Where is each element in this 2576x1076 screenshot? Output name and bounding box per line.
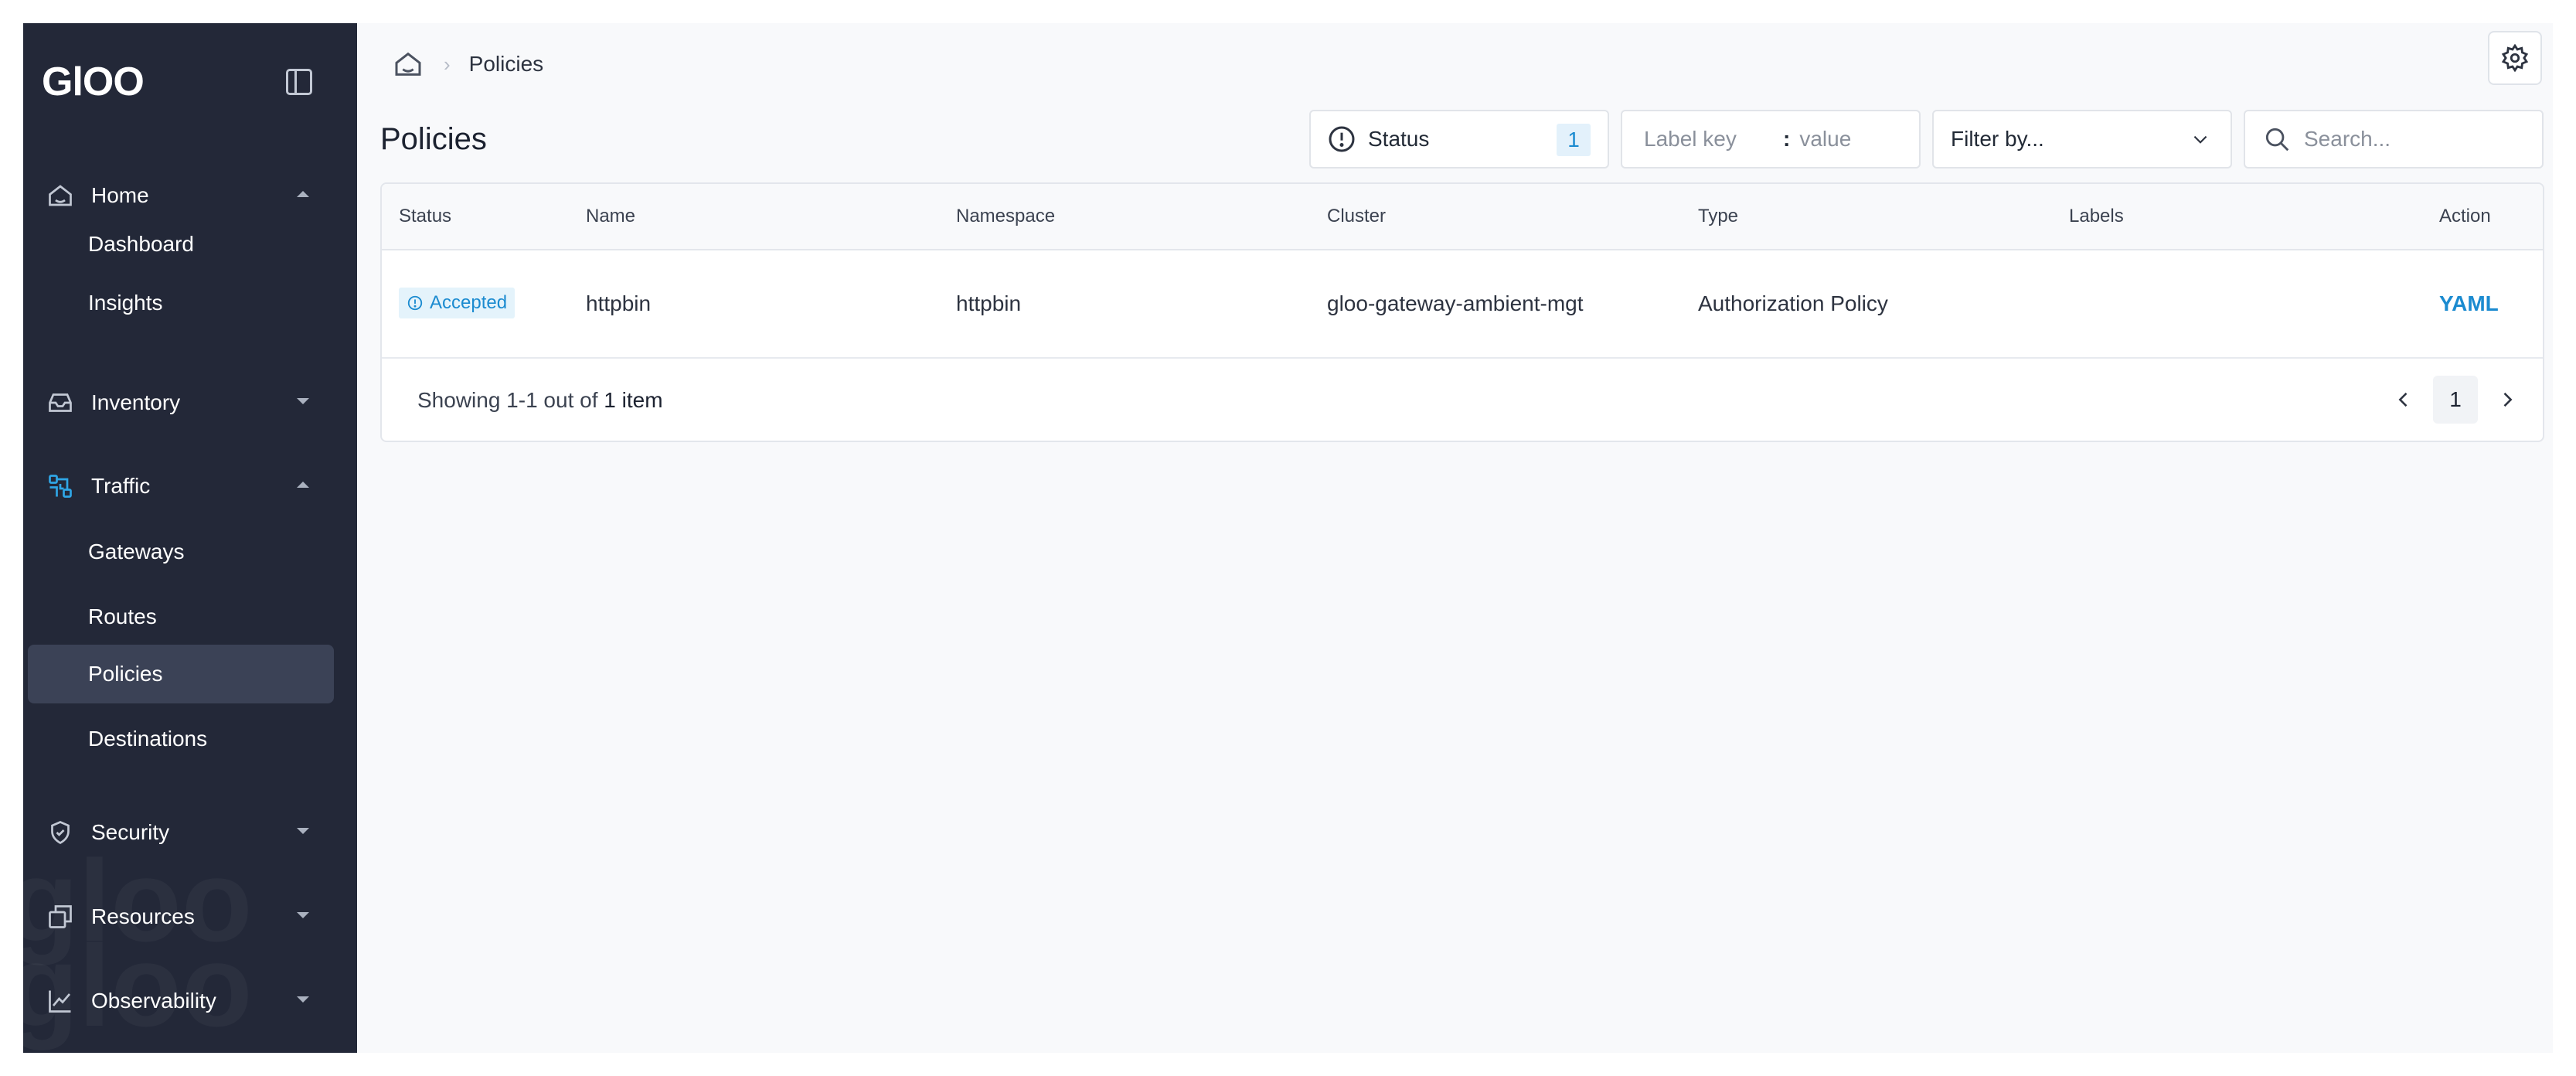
pagination: 1 bbox=[2388, 374, 2523, 425]
main-content: › Policies Policies Status 1 Label key :… bbox=[357, 23, 2553, 1053]
table-header: Status Name Namespace Cluster Type Label… bbox=[382, 184, 2543, 250]
inbox-icon bbox=[49, 393, 72, 412]
sidebar-item-destinations[interactable]: Destinations bbox=[28, 710, 334, 768]
status-filter[interactable]: Status 1 bbox=[1309, 110, 1609, 169]
cell-cluster: gloo-gateway-ambient-mgt bbox=[1327, 291, 1584, 315]
cell-name: httpbin bbox=[586, 291, 652, 315]
column-header-status[interactable]: Status bbox=[399, 184, 451, 249]
policies-table: Status Name Namespace Cluster Type Label… bbox=[380, 182, 2544, 442]
showing-count: Showing 1-1 out of 1 item bbox=[417, 359, 663, 441]
page-number[interactable]: 1 bbox=[2433, 376, 2478, 424]
sidebar-group-label: Traffic bbox=[91, 474, 151, 498]
chevron-down-icon bbox=[297, 912, 309, 918]
cell-type: Authorization Policy bbox=[1698, 291, 1888, 315]
column-header-type[interactable]: Type bbox=[1698, 184, 1738, 249]
sidebar-item-dashboard[interactable]: Dashboard bbox=[28, 215, 334, 274]
home-icon bbox=[49, 185, 72, 206]
sidebar-collapse-icon[interactable] bbox=[286, 69, 312, 95]
column-header-action: Action bbox=[2439, 206, 2491, 226]
sidebar-item-gateways[interactable]: Gateways bbox=[28, 523, 334, 581]
chevron-down-icon bbox=[297, 398, 309, 404]
gear-icon bbox=[2501, 43, 2529, 73]
chevron-down-icon bbox=[2193, 135, 2207, 144]
chevron-right-icon bbox=[2503, 392, 2513, 407]
chart-icon bbox=[49, 990, 71, 1013]
filter-by-dropdown[interactable]: Filter by... bbox=[1932, 110, 2232, 169]
label-key-input[interactable]: Label key bbox=[1644, 127, 1783, 152]
sidebar: gloogloo GlOO Home Dashboard Insights In… bbox=[23, 23, 357, 1053]
search-input[interactable]: Search... bbox=[2244, 110, 2544, 169]
chevron-down-icon bbox=[297, 828, 309, 834]
alert-circle-icon bbox=[1329, 126, 1355, 152]
showing-prefix: Showing 1-1 out of bbox=[417, 388, 598, 412]
info-circle-icon bbox=[407, 295, 423, 311]
sidebar-header: GlOO bbox=[42, 58, 339, 106]
search-icon bbox=[2265, 128, 2289, 152]
status-badge-label: Accepted bbox=[430, 292, 508, 313]
table-footer: Showing 1-1 out of 1 item 1 bbox=[382, 359, 2543, 441]
filter-by-label: Filter by... bbox=[1951, 127, 2044, 151]
column-header-namespace[interactable]: Namespace bbox=[956, 184, 1055, 249]
sidebar-group-label: Inventory bbox=[91, 390, 181, 414]
status-badge: Accepted bbox=[399, 288, 516, 318]
page-title: Policies bbox=[380, 122, 487, 156]
status-filter-label: Status bbox=[1368, 127, 1430, 151]
showing-total: 1 item bbox=[604, 388, 663, 412]
home-icon[interactable] bbox=[393, 49, 424, 80]
chevron-down-icon bbox=[297, 996, 309, 1003]
next-page-button[interactable] bbox=[2492, 384, 2523, 415]
search-placeholder: Search... bbox=[2304, 127, 2391, 151]
sidebar-group-traffic[interactable]: Traffic bbox=[23, 459, 357, 513]
sidebar-group-label: Observability bbox=[91, 989, 216, 1013]
label-filter[interactable]: Label key : value bbox=[1621, 110, 1921, 169]
sidebar-group-inventory[interactable]: Inventory bbox=[23, 376, 357, 430]
sidebar-group-observability[interactable]: Observability bbox=[23, 974, 357, 1028]
settings-button[interactable] bbox=[2488, 31, 2542, 85]
column-header-cluster[interactable]: Cluster bbox=[1327, 184, 1386, 249]
sidebar-group-label: Resources bbox=[91, 904, 195, 928]
sidebar-item-routes[interactable]: Routes bbox=[28, 587, 334, 646]
column-header-name[interactable]: Name bbox=[586, 184, 635, 249]
sidebar-item-policies[interactable]: Policies bbox=[28, 645, 334, 703]
sidebar-group-security[interactable]: Security bbox=[23, 805, 357, 860]
yaml-link[interactable]: YAML bbox=[2439, 250, 2499, 357]
cell-namespace: httpbin bbox=[956, 291, 1022, 315]
traffic-icon bbox=[49, 475, 72, 498]
table-row[interactable]: Accepted httpbin httpbin gloo-gateway-am… bbox=[382, 250, 2543, 359]
breadcrumb: › Policies bbox=[393, 45, 543, 83]
chevron-right-icon: › bbox=[444, 52, 451, 76]
gloo-logo: GlOO bbox=[42, 60, 145, 104]
column-header-labels[interactable]: Labels bbox=[2069, 184, 2124, 249]
sidebar-item-insights[interactable]: Insights bbox=[28, 274, 334, 332]
sidebar-group-resources[interactable]: Resources bbox=[23, 890, 357, 944]
prev-page-button[interactable] bbox=[2388, 384, 2419, 415]
breadcrumb-current: Policies bbox=[468, 52, 544, 76]
chevron-up-icon bbox=[297, 191, 309, 197]
chevron-up-icon bbox=[297, 482, 309, 488]
label-separator: : bbox=[1783, 127, 1791, 151]
chevron-left-icon bbox=[2398, 392, 2408, 407]
label-value-input[interactable]: value bbox=[1799, 127, 1851, 152]
app-window: gloogloo GlOO Home Dashboard Insights In… bbox=[23, 23, 2553, 1053]
resources-icon bbox=[49, 905, 72, 928]
status-filter-count: 1 bbox=[1557, 124, 1591, 156]
sidebar-group-label: Security bbox=[91, 820, 170, 844]
shield-icon bbox=[51, 821, 70, 845]
